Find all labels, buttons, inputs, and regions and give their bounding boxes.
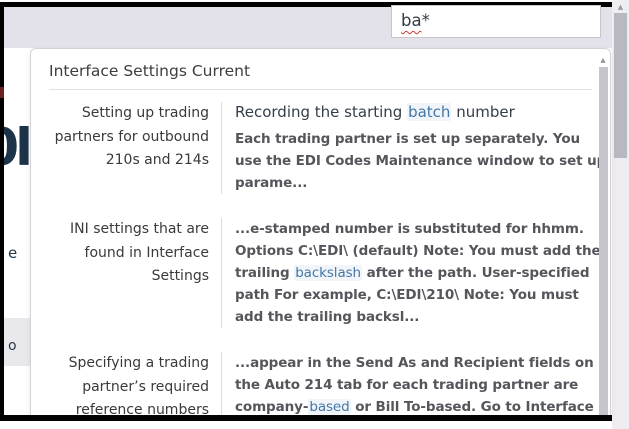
page-scrollbar-thumb[interactable] [614, 13, 627, 158]
results-scrollbar[interactable]: ▲ [598, 55, 608, 415]
result-topic-heading: INI settings that are found in Interface… [41, 218, 209, 328]
window-border-bottom [0, 415, 612, 421]
scrollbar-up-arrow-icon[interactable]: ▲ [601, 55, 606, 65]
result-snippet-text: Each trading partner is set up separatel… [235, 131, 606, 191]
search-term-highlight: batch [407, 103, 451, 121]
result-title: Recording the starting batch number [235, 102, 607, 123]
results-panel-title: Interface Settings Current [49, 62, 592, 90]
result-title-text: number [451, 103, 514, 121]
result-snippet: ...appear in the Send As and Recipient f… [235, 352, 607, 415]
search-result-row[interactable]: INI settings that are found in Interface… [41, 218, 610, 328]
search-result-row[interactable]: Specifying a trading partner’s required … [41, 352, 610, 415]
search-input[interactable]: ba* [391, 5, 601, 38]
result-detail: ...e-stamped number is substituted for h… [221, 218, 607, 328]
result-snippet: Each trading partner is set up separatel… [235, 128, 607, 194]
search-text-rest: * [422, 11, 430, 30]
result-title-text: Recording the starting [235, 103, 407, 121]
page-scrollbar[interactable]: ▲ [612, 0, 629, 429]
search-term-highlight: based [308, 399, 350, 415]
background-page-strip: 0l e o [4, 48, 30, 415]
background-text-fragment: 0l [4, 126, 30, 184]
search-results-panel: Interface Settings Current Setting up tr… [30, 48, 611, 415]
result-detail: ...appear in the Send As and Recipient f… [221, 352, 607, 415]
results-list: Setting up trading partners for outbound… [41, 102, 610, 415]
background-glyph: 0l [4, 126, 29, 178]
results-scrollbar-thumb[interactable] [599, 67, 608, 415]
result-detail: Recording the starting batch number Each… [221, 102, 607, 194]
scrollbar-up-arrow-icon[interactable]: ▲ [612, 0, 629, 13]
search-term-highlight: backslash [294, 265, 362, 281]
background-text-fragment: e [8, 244, 17, 262]
result-snippet: ...e-stamped number is substituted for h… [235, 218, 607, 328]
search-text-misspelled: ba [401, 11, 422, 30]
background-glyph: o [8, 338, 17, 354]
result-topic-heading: Specifying a trading partner’s required … [41, 352, 209, 415]
result-topic-heading: Setting up trading partners for outbound… [41, 102, 209, 194]
search-result-row[interactable]: Setting up trading partners for outbound… [41, 102, 610, 194]
background-section-fragment: o [4, 318, 30, 366]
